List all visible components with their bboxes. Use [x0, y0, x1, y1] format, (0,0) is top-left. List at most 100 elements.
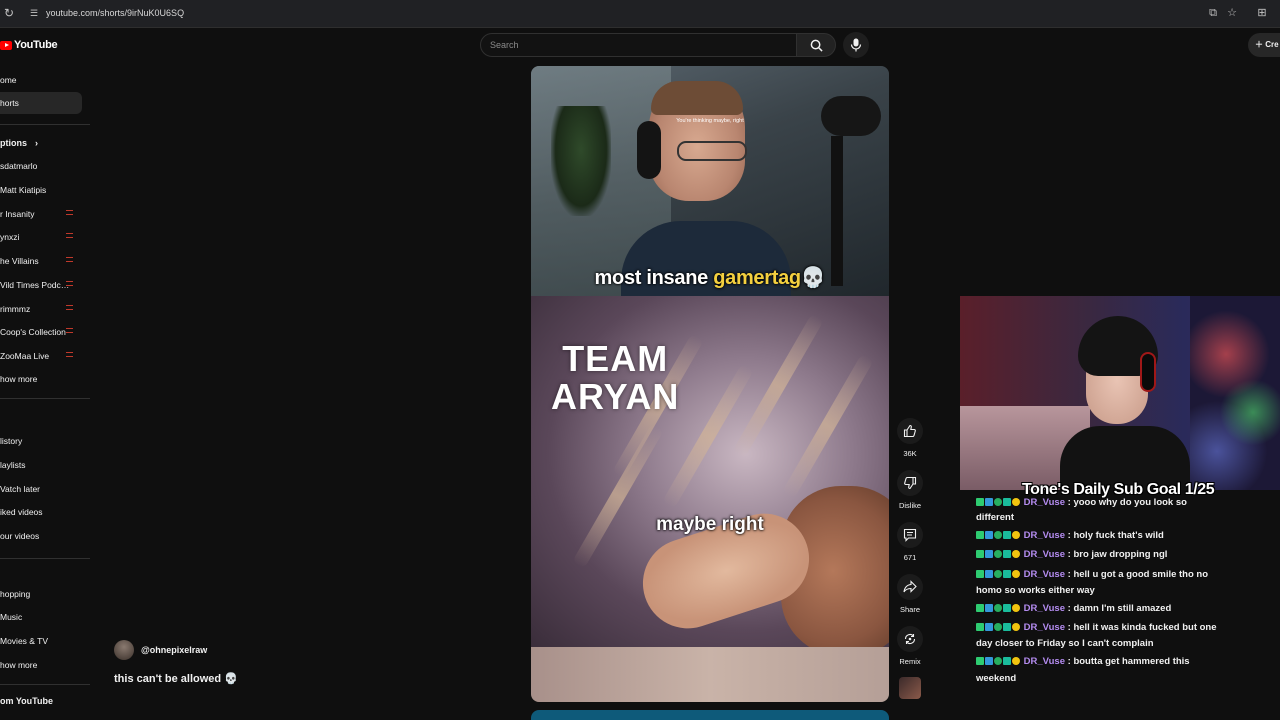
- sidebar-item-watch-later[interactable]: Vatch later: [0, 484, 40, 494]
- short-video-player[interactable]: You're thinking maybe, right most insane…: [531, 66, 889, 702]
- remix-button[interactable]: [897, 626, 923, 652]
- comments-count: 671: [903, 553, 917, 562]
- sidebar-item-playlists[interactable]: laylists: [0, 460, 26, 470]
- youtube-play-icon: [0, 40, 12, 50]
- divider: [0, 684, 90, 685]
- chat-username: DR_Vuse: [1023, 622, 1065, 633]
- live-indicator-icon: [66, 281, 73, 286]
- explore-show-more[interactable]: how more: [0, 660, 37, 670]
- youtube-logo[interactable]: YouTube: [0, 38, 58, 52]
- chat-badges: [976, 528, 1021, 546]
- sidebar-item-subscription[interactable]: rimmmz: [0, 304, 30, 314]
- dislike-action: Dislike: [895, 470, 925, 510]
- live-indicator-icon: [66, 305, 73, 310]
- video-frame-bottom: TEAM ARYAN maybe right: [531, 296, 889, 647]
- address-bar[interactable]: youtube.com/shorts/9irNuK0U6SQ: [46, 8, 184, 18]
- chat-badges: [976, 601, 1021, 619]
- chat-message: DR_Vuse : holy fuck that's wild: [976, 527, 1236, 546]
- live-indicator-icon: [66, 233, 73, 238]
- next-short-preview[interactable]: [531, 710, 889, 720]
- reload-icon[interactable]: ↻: [4, 7, 16, 19]
- browser-toolbar: ↻ ☰ youtube.com/shorts/9irNuK0U6SQ ⧉ ☆ ⊞: [0, 0, 1280, 28]
- chat-username: DR_Vuse: [1023, 497, 1065, 508]
- avatar[interactable]: [114, 640, 134, 660]
- remix-icon: [904, 634, 916, 644]
- sidebar-item-subscription[interactable]: Vild Times Podc…: [0, 280, 69, 290]
- sidebar-item-subscription[interactable]: sdatmarlo: [0, 161, 37, 171]
- short-title: this can't be allowed 💀: [114, 673, 238, 685]
- like-count: 36K: [903, 449, 917, 458]
- remix-action: Remix: [895, 626, 925, 666]
- comment-icon: [903, 528, 917, 542]
- sidebar-item-shorts[interactable]: horts: [0, 92, 82, 114]
- chat-username: DR_Vuse: [1023, 569, 1065, 580]
- dislike-button[interactable]: [897, 470, 923, 496]
- search-icon: [810, 39, 823, 52]
- chevron-right-icon: ›: [35, 138, 38, 148]
- sidebar-item-home[interactable]: ome: [0, 75, 17, 85]
- live-indicator-icon: [66, 352, 73, 357]
- sound-source-thumbnail[interactable]: [899, 677, 921, 699]
- stream-chat: DR_Vuse : yooo why do you look so differ…: [976, 495, 1236, 720]
- video-subtitle-small: You're thinking maybe, right: [676, 118, 744, 124]
- chat-message: DR_Vuse : bro jaw dropping ngl: [976, 546, 1236, 565]
- search-input[interactable]: [481, 34, 797, 56]
- sidebar-item-subscription[interactable]: he Villains: [0, 256, 39, 266]
- thumbs-down-icon: [904, 476, 917, 490]
- live-indicator-icon: [66, 210, 73, 215]
- divider: [0, 124, 90, 125]
- like-button[interactable]: [897, 418, 923, 444]
- streamer-webcam: [960, 296, 1280, 490]
- chat-username: DR_Vuse: [1023, 656, 1065, 667]
- video-caption-bottom: maybe right: [656, 514, 764, 535]
- sidebar-item-your-videos[interactable]: our videos: [0, 531, 39, 541]
- site-info-icon[interactable]: ☰: [30, 8, 40, 18]
- chat-message-continuation: weekend: [976, 673, 1017, 684]
- bookmark-star-icon[interactable]: ☆: [1226, 7, 1238, 19]
- create-button[interactable]: ＋ Cre: [1248, 33, 1280, 57]
- subscriptions-heading[interactable]: ptions ›: [0, 138, 38, 148]
- plus-icon: ＋: [1255, 40, 1263, 49]
- comments-action: 671: [895, 522, 925, 562]
- divider: [0, 558, 90, 559]
- sidebar-item-liked-videos[interactable]: iked videos: [0, 507, 43, 517]
- sidebar: YouTube ome horts ptions › sdatmarlo Matt…: [0, 28, 92, 720]
- share-button[interactable]: [897, 574, 923, 600]
- extensions-icon[interactable]: ⊞: [1256, 7, 1268, 19]
- sidebar-item-subscription[interactable]: r Insanity: [0, 209, 35, 219]
- live-indicator-icon: [66, 328, 73, 333]
- chat-username: DR_Vuse: [1023, 549, 1065, 560]
- share-icon: [903, 580, 917, 593]
- channel-name[interactable]: @ohnepixelraw: [141, 645, 207, 655]
- sidebar-item-subscription[interactable]: Coop's Collection: [0, 327, 66, 337]
- comments-button[interactable]: [897, 522, 923, 548]
- sidebar-item-subscription[interactable]: ynxzi: [0, 232, 19, 242]
- install-app-icon[interactable]: ⧉: [1207, 7, 1219, 19]
- chat-message-continuation: different: [976, 512, 1014, 523]
- video-frame-top: You're thinking maybe, right most insane…: [531, 66, 889, 296]
- chat-message: DR_Vuse : damn I'm still amazed: [976, 600, 1236, 619]
- sidebar-item-subscription[interactable]: ZooMaa Live: [0, 351, 49, 361]
- microphone-icon: [850, 38, 862, 52]
- sidebar-item-shopping[interactable]: hopping: [0, 589, 30, 599]
- remix-label: Remix: [899, 657, 921, 666]
- chat-message-continuation: day closer to Friday so I can't complain: [976, 638, 1154, 649]
- sidebar-item-music[interactable]: Music: [0, 612, 22, 622]
- subscriptions-show-more[interactable]: how more: [0, 374, 37, 384]
- voice-search-button[interactable]: [843, 32, 869, 58]
- sidebar-item-subscription[interactable]: Matt Kiatipis: [0, 185, 46, 195]
- share-label: Share: [899, 605, 920, 614]
- video-caption-top: most insane gamertag💀: [594, 267, 826, 289]
- divider: [0, 398, 90, 399]
- more-from-youtube-heading: om YouTube: [0, 696, 53, 706]
- skull-emoji: 💀: [800, 267, 826, 289]
- sidebar-item-label: horts: [0, 98, 19, 108]
- share-action: Share: [895, 574, 925, 614]
- dislike-label: Dislike: [898, 501, 922, 510]
- chat-badges: [976, 547, 1021, 565]
- like-action: 36K: [895, 418, 925, 458]
- search-button[interactable]: [796, 33, 836, 57]
- sidebar-item-history[interactable]: listory: [0, 436, 22, 446]
- chat-message-continuation: homo so works either way: [976, 585, 1095, 596]
- sidebar-item-movies-tv[interactable]: Movies & TV: [0, 636, 48, 646]
